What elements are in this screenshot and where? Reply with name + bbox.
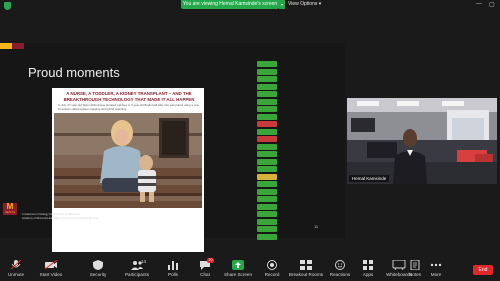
video-off-icon [44,260,58,270]
participant-count: 14 [141,259,146,264]
record-icon [267,260,277,270]
security-button[interactable]: Security [84,257,112,281]
tag-column [257,61,277,241]
status-tag [257,106,277,112]
view-options-button[interactable]: View Options ▾ [288,1,321,7]
polls-button[interactable]: Polls [162,257,184,281]
status-tag [257,181,277,187]
status-tag [257,83,277,90]
status-tag [257,151,277,157]
more-button[interactable]: More [426,257,446,281]
breakout-rooms-icon [300,260,312,270]
smiley-icon [335,260,345,270]
slide-footer-line-1: A statement of strategy for University o… [22,213,80,216]
status-tag [257,158,277,165]
apps-button[interactable]: Apps [358,257,378,281]
status-tag [257,203,277,210]
slide-title: Proud moments [28,65,120,80]
status-tag [257,233,277,240]
slide-color-bar [0,43,24,49]
status-tag [257,76,277,82]
participant-name-label: Hemal Kamsinde [349,175,390,182]
status-tag [257,121,277,127]
status-tag [257,113,277,120]
article-subtext: In July, 27-year-old Taylor Abbruzzese d… [58,103,199,111]
status-tag [257,98,277,105]
status-tag [257,128,277,135]
end-meeting-button[interactable]: End [473,265,493,275]
share-screen-button[interactable]: Share Screen [222,257,254,281]
notes-icon [410,260,420,270]
status-tag [257,166,277,172]
unmute-button[interactable]: Unmute [2,257,30,281]
minimize-icon[interactable]: — [476,1,482,7]
status-tag [257,188,277,195]
status-tag [257,61,277,67]
microphone-muted-icon [10,260,22,270]
status-tag [257,218,277,225]
status-tag [257,68,277,75]
polls-icon [168,261,178,270]
slide-footer-line-2: Academy of Minnesota Educators and Commu… [22,217,99,220]
slide-page-number: 11 [314,224,319,229]
university-logo: M HEALTH [3,202,17,215]
share-screen-icon [232,260,244,270]
shield-icon [93,260,103,270]
record-button[interactable]: Record [260,257,284,281]
article-headline: A NURSE, A TODDLER, A KIDNEY TRANSPLANT … [63,91,195,102]
reactions-button[interactable]: Reactions [328,257,352,281]
status-tag [257,226,277,232]
chat-button[interactable]: 20 Chat [194,257,216,281]
meeting-toolbar: Unmute Start Video Security 14 Participa… [0,257,500,281]
status-tag [257,143,277,150]
participants-button[interactable]: 14 Participants [120,257,154,281]
article-photo [54,113,202,208]
maximize-icon[interactable]: ▢ [489,1,495,8]
status-tag [257,196,277,202]
notes-button[interactable]: Notes [404,257,426,281]
more-dots-icon [430,263,442,267]
apps-icon [363,260,373,270]
status-tag [257,173,277,180]
status-tag [257,136,277,142]
shared-slide: Proud moments A NURSE, A TODDLER, A KIDN… [0,43,345,252]
breakout-rooms-button[interactable]: Breakout Rooms [288,257,324,281]
top-bar: You are viewing Hemal Kamsinde's screen … [0,0,500,12]
start-video-button[interactable]: Start Video [34,257,68,281]
banner-dropdown-icon[interactable]: ▾ [279,0,285,9]
zoom-meeting-window: { "topbar": { "banner_text": "You are vi… [0,0,500,281]
news-article-card: A NURSE, A TODDLER, A KIDNEY TRANSPLANT … [52,88,204,252]
status-tag [257,211,277,217]
screen-share-banner[interactable]: You are viewing Hemal Kamsinde's screen [181,0,279,9]
security-shield-icon[interactable] [4,2,11,10]
chat-unread-badge: 20 [207,258,214,263]
participant-video-tile[interactable]: Hemal Kamsinde [347,98,497,184]
status-tag [257,91,277,97]
